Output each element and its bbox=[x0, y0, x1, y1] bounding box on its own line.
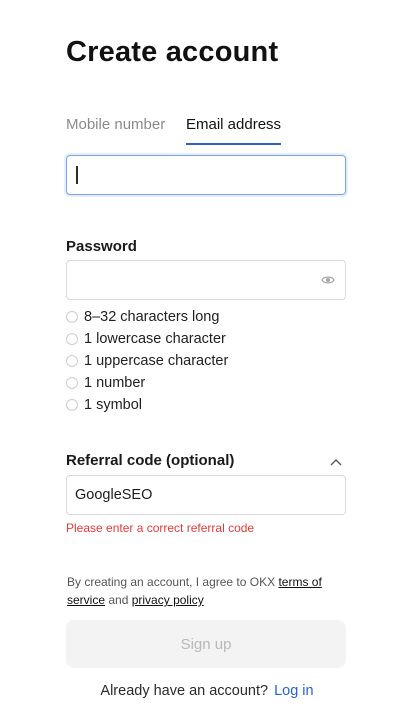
terms-prefix: By creating an account, I agree to OKX bbox=[67, 575, 279, 589]
requirement-text: 1 uppercase character bbox=[84, 353, 229, 369]
requirement-text: 1 lowercase character bbox=[84, 331, 226, 347]
requirement-number: 1 number bbox=[66, 372, 228, 394]
requirement-uppercase: 1 uppercase character bbox=[66, 350, 228, 372]
requirement-indicator bbox=[66, 311, 78, 323]
page-title: Create account bbox=[66, 36, 279, 68]
requirement-indicator bbox=[66, 355, 78, 367]
referral-label: Referral code (optional) bbox=[66, 452, 235, 469]
requirement-indicator bbox=[66, 399, 78, 411]
requirement-lowercase: 1 lowercase character bbox=[66, 328, 228, 350]
password-field[interactable] bbox=[67, 261, 307, 299]
signup-method-tabs: Mobile number Email address bbox=[66, 116, 346, 148]
password-field-container bbox=[66, 260, 346, 300]
requirement-text: 1 number bbox=[84, 375, 146, 391]
requirement-indicator bbox=[66, 333, 78, 345]
referral-field-container bbox=[66, 475, 346, 515]
referral-error: Please enter a correct referral code bbox=[66, 521, 255, 535]
privacy-policy-link[interactable]: privacy policy bbox=[132, 593, 204, 607]
eye-icon[interactable] bbox=[321, 274, 335, 286]
referral-code-field[interactable] bbox=[67, 476, 345, 514]
terms-notice: By creating an account, I agree to OKX t… bbox=[67, 573, 347, 609]
requirement-text: 8–32 characters long bbox=[84, 309, 220, 325]
text-caret bbox=[76, 166, 78, 184]
tab-email-address[interactable]: Email address bbox=[186, 116, 282, 145]
password-requirements: 8–32 characters long 1 lowercase charact… bbox=[66, 306, 228, 416]
terms-and: and bbox=[105, 593, 132, 607]
password-label: Password bbox=[66, 238, 137, 255]
requirement-length: 8–32 characters long bbox=[66, 306, 228, 328]
log-in-link[interactable]: Log in bbox=[274, 683, 314, 699]
sign-up-button[interactable]: Sign up bbox=[66, 620, 346, 668]
referral-toggle[interactable]: Referral code (optional) bbox=[66, 452, 346, 472]
requirement-text: 1 symbol bbox=[84, 397, 143, 413]
tab-mobile-number[interactable]: Mobile number bbox=[66, 116, 165, 133]
requirement-indicator bbox=[66, 377, 78, 389]
login-prompt-text: Already have an account? bbox=[100, 683, 269, 699]
email-field[interactable] bbox=[67, 156, 345, 194]
login-prompt: Already have an account? Log in bbox=[0, 683, 414, 699]
chevron-up-icon bbox=[330, 459, 342, 466]
requirement-symbol: 1 symbol bbox=[66, 394, 228, 416]
email-field-container bbox=[66, 155, 346, 195]
